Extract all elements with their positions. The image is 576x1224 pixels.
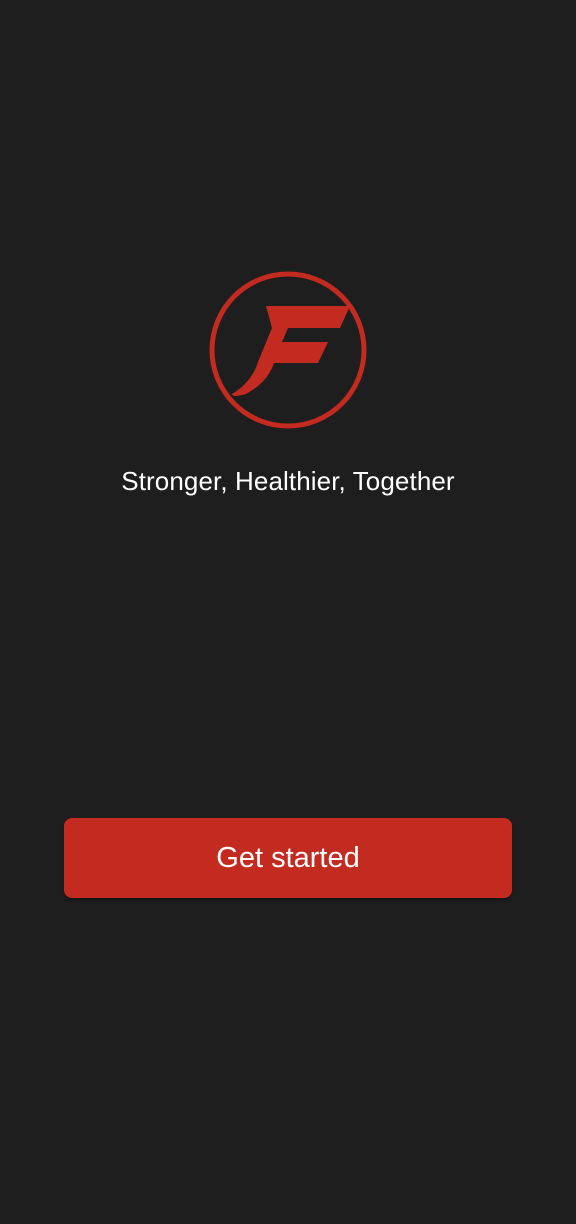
welcome-screen: Stronger, Healthier, Together Get starte… bbox=[0, 0, 576, 1224]
get-started-button[interactable]: Get started bbox=[64, 818, 512, 898]
f-logo-icon bbox=[208, 270, 368, 430]
tagline-text: Stronger, Healthier, Together bbox=[121, 466, 455, 496]
